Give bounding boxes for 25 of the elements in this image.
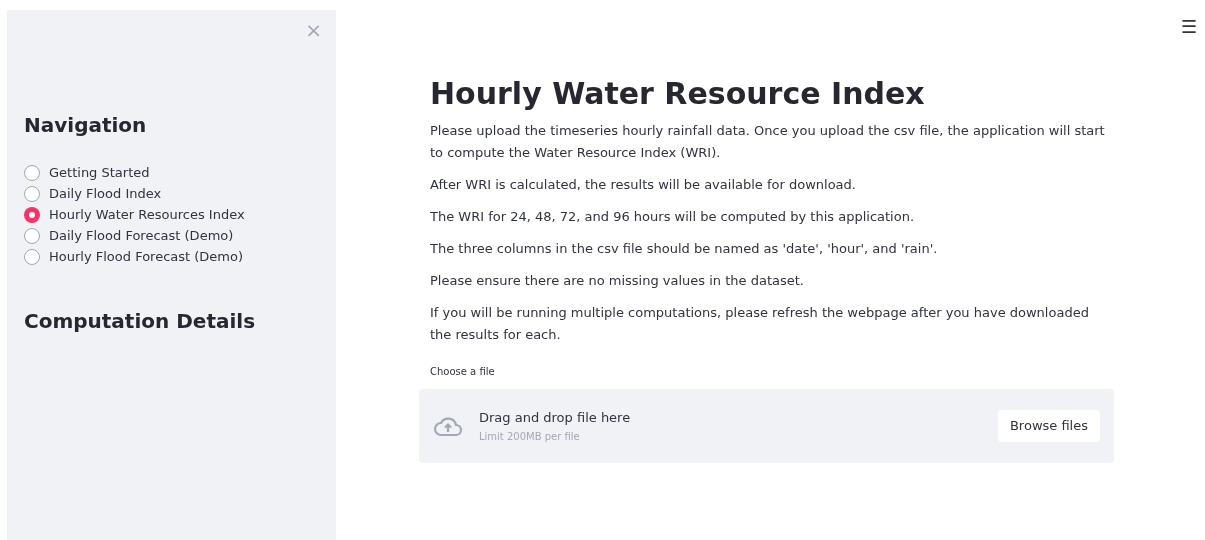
cloud-upload-icon [433, 415, 463, 437]
nav-radio-item[interactable]: Daily Flood Index [24, 185, 319, 203]
radio-icon [24, 249, 40, 265]
nav-radio-item[interactable]: Daily Flood Forecast (Demo) [24, 227, 319, 245]
paragraph: Please ensure there are no missing values in the dataset. [430, 272, 805, 290]
nav-radio-item[interactable]: Hourly Flood Forecast (Demo) [24, 248, 319, 266]
page-title: Hourly Water Resource Index [430, 75, 926, 113]
sidebar-heading: Navigation [24, 112, 148, 139]
sidebar-heading: Computation Details [24, 308, 257, 335]
paragraph: Please upload the timeseries hourly rainfall data. Once you upload the csv file, the application will start to compute the Water Resource Index (WRI). [430, 122, 1106, 162]
paragraph: The WRI for 24, 48, 72, and 96 hours will be computed by this application. [430, 208, 916, 226]
field-label: Choose a file [430, 365, 496, 379]
radio-selected-icon [24, 207, 40, 223]
paragraph: After WRI is calculated, the results will be available for download. [430, 176, 857, 194]
nav-radio-item[interactable]: Hourly Water Resources Index [24, 206, 319, 224]
paragraph: If you will be running multiple computations, please refresh the webpage after you have downloaded the results for each. [430, 304, 1090, 344]
nav-radio-item[interactable]: Getting Started [24, 164, 319, 182]
radio-icon [24, 165, 40, 181]
file-dropzone[interactable]: Drag and drop file here Limit 200MB per file Browse files [419, 389, 1114, 463]
radio-icon [24, 186, 40, 202]
dropzone-hint: Limit 200MB per file [479, 430, 581, 445]
radio-icon [24, 228, 40, 244]
paragraph: The three columns in the csv file should be named as 'date', 'hour', and 'rain'. [430, 240, 939, 258]
dropzone-title: Drag and drop file here [479, 408, 631, 427]
browse-files-button[interactable]: Browse files [997, 410, 1100, 442]
